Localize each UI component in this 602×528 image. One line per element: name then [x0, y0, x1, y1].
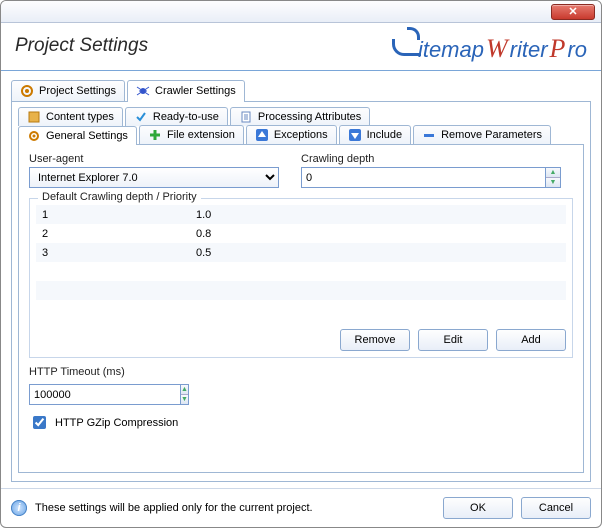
tab-label: File extension: [167, 129, 235, 141]
user-agent-select[interactable]: Internet Explorer 7.0: [29, 167, 279, 188]
depth-priority-grid[interactable]: 11.0 20.8 30.5: [36, 205, 566, 323]
tab-project-settings[interactable]: Project Settings: [11, 80, 125, 101]
tab-crawler-settings[interactable]: Crawler Settings: [127, 80, 245, 102]
tab-file-extension[interactable]: File extension: [139, 125, 244, 144]
sub-tabs-row-2: General Settings File extension Exceptio…: [18, 125, 584, 144]
tab-label: Include: [367, 129, 402, 141]
project-settings-dialog: ✕ Project Settings itemap W riter P ro P…: [0, 0, 602, 528]
dialog-header: Project Settings itemap W riter P ro: [1, 23, 601, 71]
http-timeout-label: HTTP Timeout (ms): [29, 366, 573, 378]
footer-info-text: These settings will be applied only for …: [35, 502, 313, 514]
tab-label: Content types: [46, 111, 114, 123]
tab-exceptions[interactable]: Exceptions: [246, 125, 337, 144]
http-timeout-spinner[interactable]: ▲▼: [29, 384, 164, 405]
info-icon: i: [11, 500, 27, 516]
tab-label: Project Settings: [39, 85, 116, 97]
doc-icon: [239, 110, 253, 124]
up-icon: [255, 128, 269, 142]
check-icon: [134, 110, 148, 124]
spin-down-icon[interactable]: ▼: [181, 395, 188, 404]
tab-ready-to-use[interactable]: Ready-to-use: [125, 107, 228, 126]
tab-label: Remove Parameters: [441, 129, 542, 141]
default-depth-priority-group: Default Crawling depth / Priority 11.0 2…: [29, 198, 573, 358]
tab-include[interactable]: Include: [339, 125, 411, 144]
cancel-button[interactable]: Cancel: [521, 497, 591, 519]
app-logo: itemap W riter P ro: [392, 27, 587, 64]
user-agent-label: User-agent: [29, 153, 279, 165]
tab-remove-parameters[interactable]: Remove Parameters: [413, 125, 551, 144]
spin-down-icon[interactable]: ▼: [546, 178, 560, 187]
gear-icon: [27, 129, 41, 143]
gear-icon: [20, 84, 34, 98]
tab-label: Crawler Settings: [155, 85, 236, 97]
http-timeout-input[interactable]: [29, 384, 180, 405]
sub-tabs-row-1: Content types Ready-to-use Processing At…: [18, 107, 584, 126]
titlebar: ✕: [1, 1, 601, 23]
tab-label: Processing Attributes: [258, 111, 361, 123]
table-row[interactable]: 20.8: [36, 224, 566, 243]
spin-up-icon[interactable]: ▲: [546, 168, 560, 178]
table-row[interactable]: 11.0: [36, 205, 566, 224]
content-icon: [27, 110, 41, 124]
gzip-label: HTTP GZip Compression: [55, 417, 178, 429]
tab-content-types[interactable]: Content types: [18, 107, 123, 126]
tab-label: Ready-to-use: [153, 111, 219, 123]
tab-label: Exceptions: [274, 129, 328, 141]
crawling-depth-label: Crawling depth: [301, 153, 573, 165]
minus-icon: [422, 128, 436, 142]
gzip-checkbox[interactable]: [33, 416, 46, 429]
crawling-depth-input[interactable]: [301, 167, 545, 188]
group-legend: Default Crawling depth / Priority: [38, 191, 201, 203]
table-row: [36, 281, 566, 300]
main-tabs: Project Settings Crawler Settings: [11, 79, 591, 101]
crawler-settings-panel: Content types Ready-to-use Processing At…: [11, 101, 591, 482]
close-button[interactable]: ✕: [551, 4, 595, 20]
crawling-depth-spinner[interactable]: ▲▼: [301, 167, 561, 188]
edit-button[interactable]: Edit: [418, 329, 488, 351]
plus-icon: [148, 128, 162, 142]
ok-button[interactable]: OK: [443, 497, 513, 519]
spin-buttons[interactable]: ▲▼: [545, 167, 561, 188]
dialog-footer: i These settings will be applied only fo…: [1, 488, 601, 527]
table-row[interactable]: 30.5: [36, 243, 566, 262]
spin-up-icon[interactable]: ▲: [181, 385, 188, 395]
logo-s-icon: [392, 27, 422, 57]
add-button[interactable]: Add: [496, 329, 566, 351]
remove-button[interactable]: Remove: [340, 329, 410, 351]
dialog-title: Project Settings: [15, 35, 148, 57]
close-icon: ✕: [568, 5, 577, 18]
general-settings-panel: User-agent Internet Explorer 7.0 Crawlin…: [18, 144, 584, 473]
table-row: [36, 300, 566, 319]
down-icon: [348, 128, 362, 142]
dialog-body: Project Settings Crawler Settings Conten…: [1, 71, 601, 488]
tab-label: General Settings: [46, 130, 128, 142]
table-row: [36, 262, 566, 281]
spider-icon: [136, 84, 150, 98]
spin-buttons[interactable]: ▲▼: [180, 384, 189, 405]
tab-processing-attributes[interactable]: Processing Attributes: [230, 107, 370, 126]
tab-general-settings[interactable]: General Settings: [18, 126, 137, 145]
